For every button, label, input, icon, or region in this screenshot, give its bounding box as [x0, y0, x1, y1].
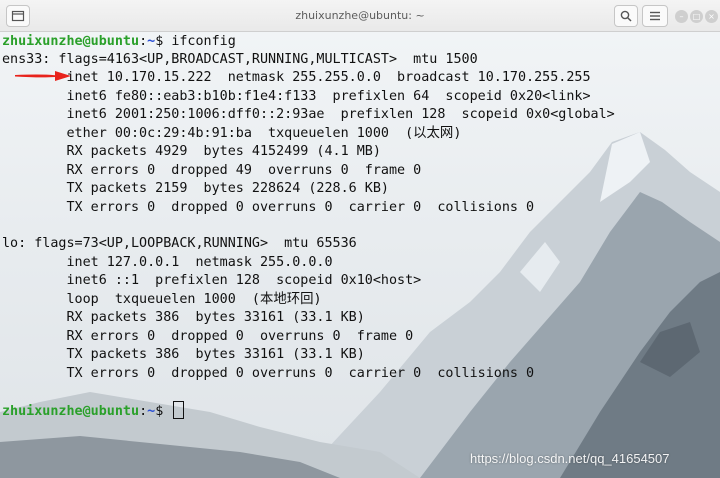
output-line: loop txqueuelen 1000 (本地环回) [2, 292, 322, 307]
output-line: inet6 2001:250:1006:dff0::2:93ae prefixl… [2, 107, 615, 122]
terminal-window: zhuixunzhe@ubuntu: ~ – □ × zhuixunzhe@ub… [0, 0, 720, 478]
command-text: ifconfig [171, 34, 236, 49]
output-line: RX packets 386 bytes 33161 (33.1 KB) [2, 310, 365, 325]
output-line: ens33: flags=4163<UP,BROADCAST,RUNNING,M… [2, 52, 478, 67]
menu-button[interactable] [642, 5, 668, 27]
search-button[interactable] [614, 5, 638, 27]
prompt-colon: : [139, 34, 148, 49]
minimize-icon: – [679, 12, 684, 21]
output-line: inet 127.0.0.1 netmask 255.0.0.0 [2, 255, 333, 270]
prompt-colon: : [139, 404, 148, 419]
output-line: inet6 ::1 prefixlen 128 scopeid 0x10<hos… [2, 273, 422, 288]
prompt-path: ~ [147, 34, 156, 49]
prompt-line: zhuixunzhe@ubuntu:~$ ifconfig [2, 33, 236, 51]
prompt-user-host: zhuixunzhe@ubuntu [2, 34, 140, 49]
prompt-symbol: $ [155, 34, 172, 49]
output-line: inet 10.170.15.222 netmask 255.255.0.0 b… [2, 70, 591, 85]
output-line: lo: flags=73<UP,LOOPBACK,RUNNING> mtu 65… [2, 236, 357, 251]
output-line: TX errors 0 dropped 0 overruns 0 carrier… [2, 366, 535, 381]
minimize-button[interactable]: – [675, 10, 688, 23]
output-line: RX packets 4929 bytes 4152499 (4.1 MB) [2, 144, 381, 159]
output-line: RX errors 0 dropped 49 overruns 0 frame … [2, 163, 422, 178]
output-line: RX errors 0 dropped 0 overruns 0 frame 0 [2, 329, 414, 344]
title-bar: zhuixunzhe@ubuntu: ~ – □ × [0, 0, 720, 32]
maximize-icon: □ [692, 12, 701, 21]
prompt-user-host: zhuixunzhe@ubuntu [2, 404, 140, 419]
output-line: inet6 fe80::eab3:b10b:f1e4:f133 prefixle… [2, 89, 591, 104]
prompt-symbol: $ [155, 404, 172, 419]
text-cursor [173, 401, 185, 419]
red-arrow-icon [15, 71, 71, 81]
search-icon [620, 10, 632, 22]
watermark-text: https://blog.csdn.net/qq_41654507 [470, 451, 670, 466]
maximize-button[interactable]: □ [690, 10, 703, 23]
output-line: TX errors 0 dropped 0 overruns 0 carrier… [2, 200, 535, 215]
terminal-view[interactable]: zhuixunzhe@ubuntu:~$ ifconfig ens33: fla… [0, 32, 720, 478]
prompt-line: zhuixunzhe@ubuntu:~$ [2, 401, 185, 419]
window-title: zhuixunzhe@ubuntu: ~ [295, 9, 425, 22]
close-button[interactable]: × [705, 10, 718, 23]
output-line: TX packets 2159 bytes 228624 (228.6 KB) [2, 181, 389, 196]
hamburger-menu-icon [650, 11, 660, 21]
output-line: TX packets 386 bytes 33161 (33.1 KB) [2, 347, 365, 362]
prompt-path: ~ [147, 404, 156, 419]
close-icon: × [708, 12, 715, 21]
output-line: ether 00:0c:29:4b:91:ba txqueuelen 1000 … [2, 126, 462, 141]
